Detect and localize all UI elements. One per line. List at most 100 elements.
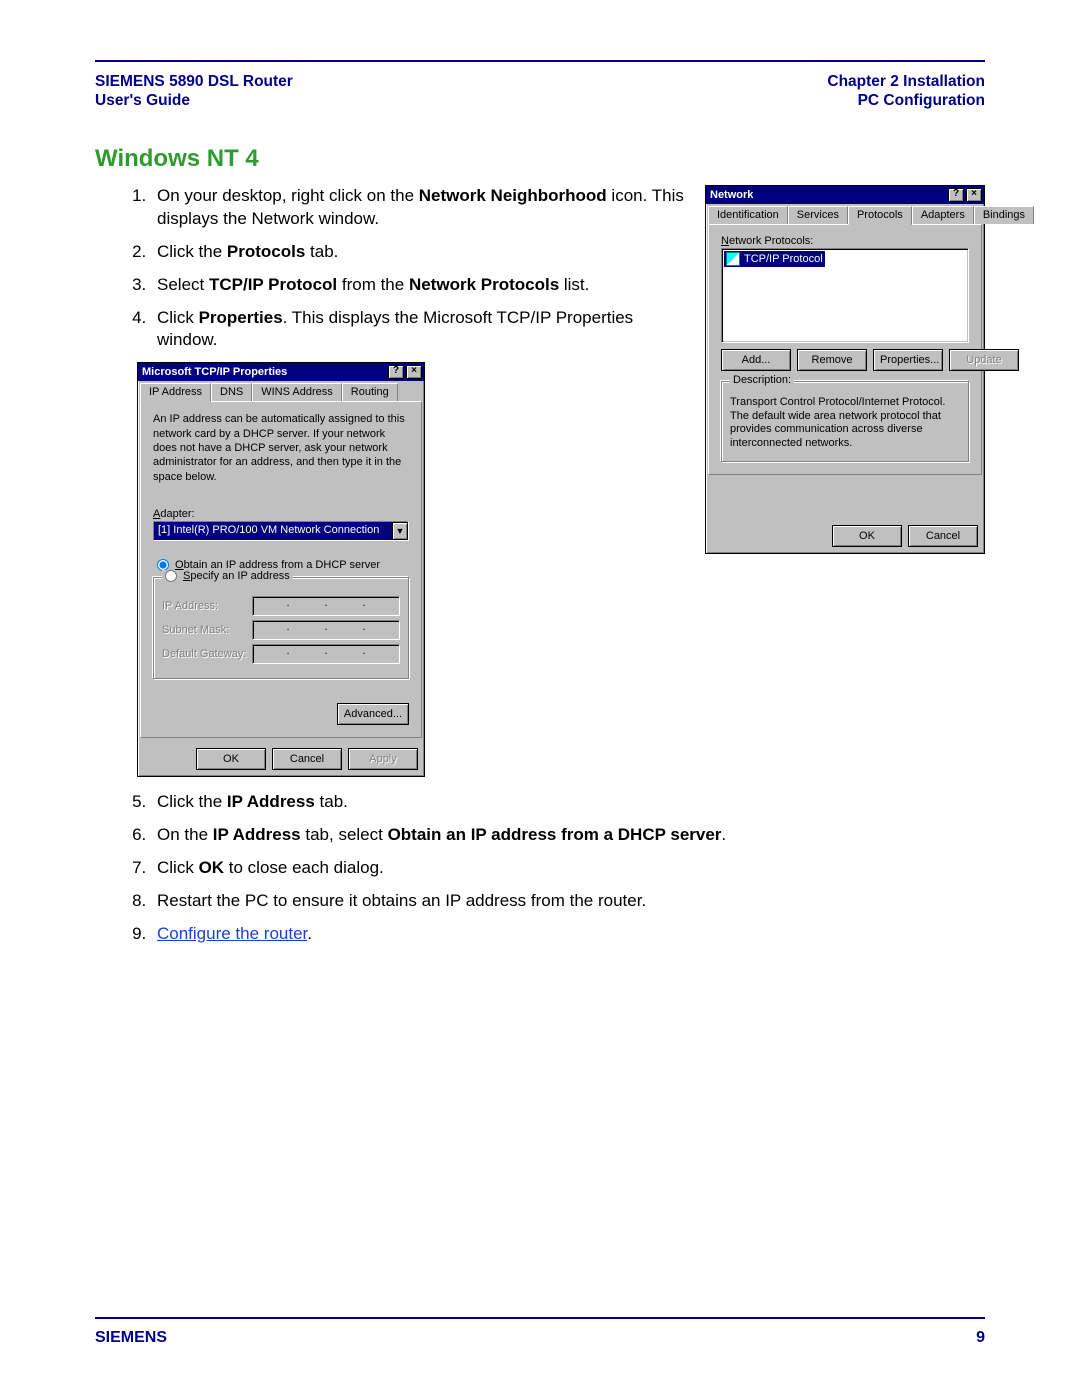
- step-9: Configure the router.: [151, 923, 985, 946]
- step-7-text-c: to close each dialog.: [224, 858, 384, 877]
- step-1: On your desktop, right click on the Netw…: [151, 185, 685, 231]
- advanced-button[interactable]: Advanced...: [337, 703, 409, 725]
- description-group: Description: Transport Control Protocol/…: [721, 381, 969, 462]
- lbl-default-gateway: Default Gateway:: [162, 648, 252, 660]
- adapter-label: Adapter:: [153, 508, 409, 520]
- step-4: Click Properties. This displays the Micr…: [151, 307, 685, 353]
- step-3: Select TCP/IP Protocol from the Network …: [151, 274, 685, 297]
- list-item-tcpip[interactable]: TCP/IP Protocol: [724, 251, 825, 267]
- step-7-bold: OK: [199, 858, 225, 877]
- tab-protocols[interactable]: Protocols: [848, 206, 912, 225]
- step-5-bold: IP Address: [227, 792, 315, 811]
- step-1-text-a: On your desktop, right click on the: [157, 186, 419, 205]
- top-divider: [95, 60, 985, 62]
- list-item-label: TCP/IP Protocol: [744, 253, 823, 265]
- header-left-1: SIEMENS 5890 DSL Router: [95, 72, 293, 91]
- step-3-text-c: from the: [337, 275, 409, 294]
- tcpip-title: Microsoft TCP/IP Properties: [142, 366, 386, 378]
- cancel-button[interactable]: Cancel: [272, 748, 342, 770]
- cancel-button[interactable]: Cancel: [908, 525, 978, 547]
- tcpip-properties-dialog: Microsoft TCP/IP Properties ? × IP Addre…: [137, 362, 425, 776]
- tab-dns[interactable]: DNS: [211, 383, 252, 401]
- step-5: Click the IP Address tab.: [151, 791, 985, 814]
- close-icon[interactable]: ×: [966, 188, 982, 202]
- header-right-2: PC Configuration: [827, 91, 985, 110]
- radio-specify-ip[interactable]: Specify an IP address: [165, 570, 290, 582]
- description-legend: Description:: [730, 374, 794, 386]
- lbl-ip-address: IP Address:: [162, 600, 252, 612]
- network-protocols-listbox[interactable]: TCP/IP Protocol: [721, 248, 969, 343]
- step-3-bold-b: TCP/IP Protocol: [209, 275, 337, 294]
- default-gateway-field[interactable]: ...: [252, 644, 400, 664]
- step-6-bold-b: IP Address: [213, 825, 301, 844]
- row-subnet-mask: Subnet Mask: ...: [162, 620, 400, 640]
- specify-ip-group: Specify an IP address IP Address: ... Su…: [153, 577, 409, 679]
- row-default-gateway: Default Gateway: ...: [162, 644, 400, 664]
- step-6-bold-d: Obtain an IP address from a DHCP server: [388, 825, 722, 844]
- chevron-down-icon[interactable]: ▼: [392, 522, 408, 540]
- ok-button[interactable]: OK: [196, 748, 266, 770]
- row-ip-address: IP Address: ...: [162, 596, 400, 616]
- tab-services[interactable]: Services: [788, 206, 848, 224]
- tab-ip-address[interactable]: IP Address: [140, 383, 211, 402]
- help-icon[interactable]: ?: [948, 188, 964, 202]
- step-7: Click OK to close each dialog.: [151, 857, 985, 880]
- step-3-text-a: Select: [157, 275, 209, 294]
- configure-router-link[interactable]: Configure the router: [157, 924, 307, 943]
- step-6-text-e: .: [721, 825, 726, 844]
- footer-brand: SIEMENS: [95, 1329, 167, 1347]
- lbl-subnet-mask: Subnet Mask:: [162, 624, 252, 636]
- description-text: Transport Control Protocol/Internet Prot…: [730, 396, 960, 451]
- tab-identification[interactable]: Identification: [708, 206, 788, 224]
- radio-specify-ip-label: Specify an IP address: [183, 570, 290, 582]
- step-6-text-a: On the: [157, 825, 213, 844]
- step-7-text-a: Click: [157, 858, 199, 877]
- tcpip-tabstrip: IP Address DNS WINS Address Routing: [138, 383, 424, 401]
- update-button[interactable]: Update: [949, 349, 1019, 371]
- tab-wins-address[interactable]: WINS Address: [252, 383, 342, 401]
- header-left-2: User's Guide: [95, 91, 293, 110]
- help-icon[interactable]: ?: [388, 365, 404, 379]
- step-2-text-c: tab.: [305, 242, 338, 261]
- step-1-bold: Network Neighborhood: [419, 186, 607, 205]
- step-2: Click the Protocols tab.: [151, 241, 685, 264]
- tab-routing[interactable]: Routing: [342, 383, 398, 401]
- step-3-text-e: list.: [559, 275, 589, 294]
- radio-specify-ip-input[interactable]: [165, 570, 177, 582]
- step-4-bold: Properties: [199, 308, 283, 327]
- step-2-bold: Protocols: [227, 242, 305, 261]
- section-title: Windows NT 4: [95, 145, 985, 173]
- page-number: 9: [976, 1329, 985, 1347]
- adapter-combobox[interactable]: [1] Intel(R) PRO/100 VM Network Connecti…: [153, 521, 409, 541]
- network-dialog: Network ? × Identification Services Prot…: [705, 185, 985, 554]
- header-right-1: Chapter 2 Installation: [827, 72, 985, 91]
- tab-bindings[interactable]: Bindings: [974, 206, 1034, 224]
- step-8: Restart the PC to ensure it obtains an I…: [151, 890, 985, 913]
- network-protocols-label: Network Protocols:: [721, 235, 969, 247]
- subnet-mask-field[interactable]: ...: [252, 620, 400, 640]
- ip-address-field[interactable]: ...: [252, 596, 400, 616]
- tcpip-note-text: An IP address can be automatically assig…: [153, 412, 409, 483]
- tcpip-titlebar[interactable]: Microsoft TCP/IP Properties ? ×: [138, 363, 424, 381]
- protocol-icon: [726, 252, 740, 266]
- network-tab-body: Network Protocols: TCP/IP Protocol Add..…: [708, 224, 982, 475]
- properties-button[interactable]: Properties...: [873, 349, 943, 371]
- page-header: SIEMENS 5890 DSL Router User's Guide Cha…: [95, 72, 985, 111]
- add-button[interactable]: Add...: [721, 349, 791, 371]
- step-5-text-c: tab.: [315, 792, 348, 811]
- step-9-dot: .: [307, 924, 312, 943]
- adapter-value: [1] Intel(R) PRO/100 VM Network Connecti…: [154, 522, 392, 540]
- step-2-text-a: Click the: [157, 242, 227, 261]
- network-titlebar[interactable]: Network ? ×: [706, 186, 984, 204]
- step-6: On the IP Address tab, select Obtain an …: [151, 824, 985, 847]
- tab-adapters[interactable]: Adapters: [912, 206, 974, 224]
- step-4-text-a: Click: [157, 308, 199, 327]
- step-3-bold-d: Network Protocols: [409, 275, 559, 294]
- step-5-text-a: Click the: [157, 792, 227, 811]
- apply-button[interactable]: Apply: [348, 748, 418, 770]
- remove-button[interactable]: Remove: [797, 349, 867, 371]
- ok-button[interactable]: OK: [832, 525, 902, 547]
- bottom-divider: [95, 1317, 985, 1319]
- tcpip-tab-body: An IP address can be automatically assig…: [140, 401, 422, 737]
- close-icon[interactable]: ×: [406, 365, 422, 379]
